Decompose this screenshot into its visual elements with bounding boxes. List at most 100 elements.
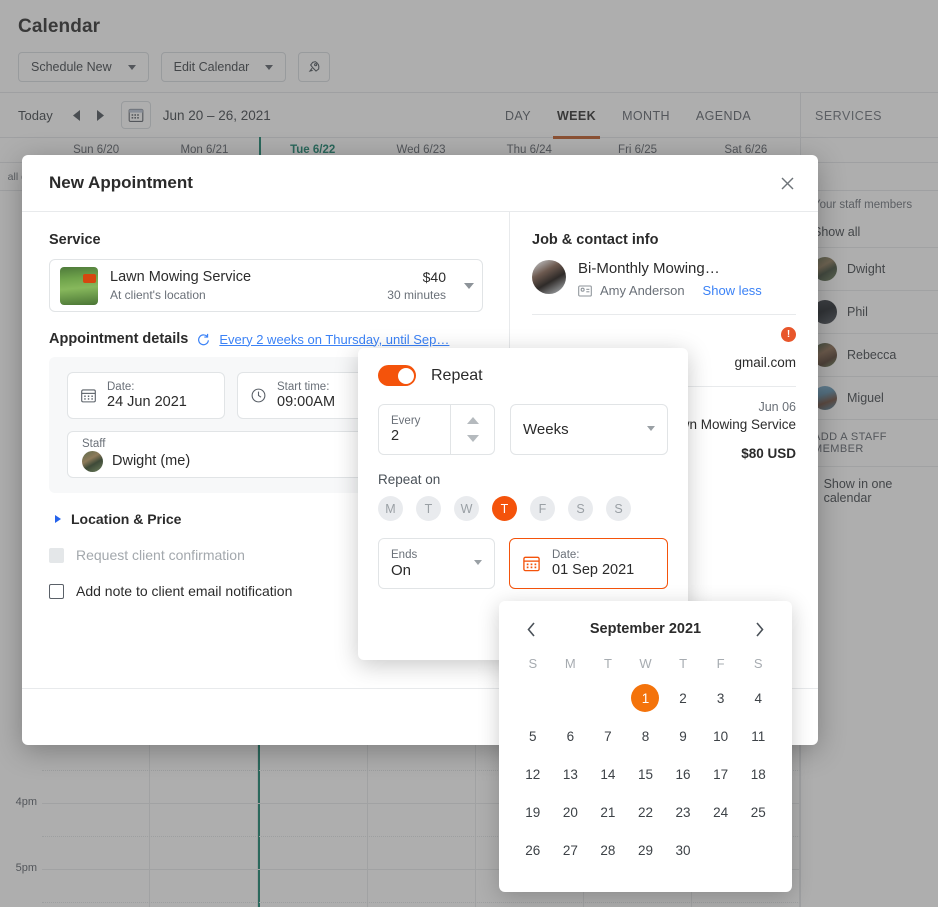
modal-header: New Appointment [22,155,818,212]
date-picker-day-label: 26 [525,842,541,858]
repeat-unit-select[interactable]: Weeks [510,404,668,455]
date-picker-day[interactable]: 21 [589,793,627,831]
date-picker-day-label: 14 [600,766,616,782]
day-toggle-saturday[interactable]: S [568,496,593,521]
date-picker-day-label: 3 [716,690,725,706]
date-picker-day[interactable]: 17 [702,755,740,793]
service-section-label: Service [49,232,101,248]
repeat-summary-link[interactable]: Every 2 weeks on Thursday, until Sep… [219,332,449,347]
date-picker-day[interactable]: 23 [664,793,702,831]
day-toggle-thursday[interactable]: T [492,496,517,521]
date-picker-day[interactable]: 2 [664,679,702,717]
date-picker-day[interactable]: 24 [702,793,740,831]
calendar-icon [523,556,540,572]
service-selector[interactable]: Lawn Mowing Service At client's location… [49,259,483,312]
close-button[interactable] [774,170,800,196]
date-picker-day-label: 2 [679,690,687,706]
date-picker-day[interactable]: 5 [514,717,552,755]
toggle-knob [397,367,414,384]
date-picker-day-label: 9 [679,728,687,744]
date-picker-day[interactable]: 12 [514,755,552,793]
date-picker-day[interactable]: 22 [627,793,665,831]
date-picker-day[interactable]: 6 [552,717,590,755]
chevron-left-icon [526,621,535,637]
date-field[interactable]: Date: 24 Jun 2021 [67,372,225,419]
day-toggle-monday[interactable]: M [378,496,403,521]
every-label: Every [391,415,421,427]
date-picker-day[interactable]: 3 [702,679,740,717]
date-picker-day[interactable]: 20 [552,793,590,831]
date-picker-day[interactable]: 27 [552,831,590,869]
add-note-checkbox[interactable] [49,583,64,599]
date-picker-empty-cell [514,679,552,717]
end-date-value: 01 Sep 2021 [552,562,635,578]
day-toggle-sunday[interactable]: S [606,496,631,521]
job-contact-row: Bi-Monthly Mowing… Amy Anderson Show les… [532,260,796,298]
triangle-down-icon[interactable] [466,434,479,442]
day-toggle-friday[interactable]: F [530,496,555,521]
date-picker-day[interactable]: 8 [627,717,665,755]
date-picker-day[interactable]: 28 [589,831,627,869]
request-confirmation-checkbox[interactable] [49,547,64,563]
triangle-right-icon [55,515,61,523]
lawn-mower-thumbnail-icon [60,266,98,305]
repeat-on-label: Repeat on [378,472,441,487]
avatar [82,450,103,472]
date-picker-day[interactable]: 18 [739,755,777,793]
date-picker-day[interactable]: 26 [514,831,552,869]
service-price: $40 [422,269,446,285]
alert-badge-icon: ! [781,327,796,342]
start-time-field-text: Start time: 09:00AM [277,381,335,410]
chevron-right-icon [756,621,765,637]
date-picker-day-label: 15 [637,766,653,782]
date-picker-weekday: F [716,656,725,671]
repeat-icon [198,333,210,345]
staff-field-value: Dwight (me) [112,453,191,469]
repeat-toggle-row[interactable]: Repeat [378,365,668,386]
close-icon [781,177,793,189]
divider [532,314,796,315]
day-toggle-tuesday[interactable]: T [416,496,441,521]
date-picker-day[interactable]: 25 [739,793,777,831]
service-location: At client's location [110,288,206,302]
end-date-field[interactable]: Date: 01 Sep 2021 [509,538,668,589]
service-price-block: $40 30 minutes [387,269,446,302]
date-picker-weekday: S [528,656,538,671]
service-info: Lawn Mowing Service At client's location [110,269,375,302]
date-picker-month-title: September 2021 [589,621,702,637]
date-picker-day[interactable]: 13 [552,755,590,793]
date-picker-day[interactable]: 11 [739,717,777,755]
date-picker-day-label: 5 [529,728,537,744]
every-stepper[interactable]: Every 2 [378,404,495,455]
date-picker-weekday: T [603,656,612,671]
date-picker-day[interactable]: 30 [664,831,702,869]
repeat-toggle[interactable] [378,365,416,386]
date-picker-weekday: S [753,656,763,671]
date-picker-day[interactable]: 7 [589,717,627,755]
contact-card-icon [578,284,592,297]
prev-month-button[interactable] [520,618,542,640]
date-picker-day-label: 19 [525,804,541,820]
date-picker-day[interactable]: 15 [627,755,665,793]
date-picker-day[interactable]: 16 [664,755,702,793]
chevron-down-icon [647,426,655,431]
day-toggle-wednesday[interactable]: W [454,496,479,521]
ends-label: Ends [391,548,418,561]
date-picker-day[interactable]: 29 [627,831,665,869]
triangle-up-icon[interactable] [466,417,479,425]
date-picker-day[interactable]: 14 [589,755,627,793]
ends-select[interactable]: Ends On [378,538,495,589]
date-field-label: Date: [107,381,135,393]
date-picker-day[interactable]: 19 [514,793,552,831]
date-picker-day-label: 10 [713,728,729,744]
show-less-link[interactable]: Show less [703,283,762,298]
date-picker-day-label: 22 [637,804,653,820]
next-month-button[interactable] [749,618,771,640]
date-picker-day[interactable]: 10 [702,717,740,755]
date-picker-day[interactable]: 4 [739,679,777,717]
date-picker-day[interactable]: 9 [664,717,702,755]
date-picker-day[interactable]: 1 [627,679,665,717]
date-picker-day-label: 27 [562,842,578,858]
date-picker-day-label: 17 [713,766,729,782]
date-picker-day-label: 11 [751,728,766,744]
